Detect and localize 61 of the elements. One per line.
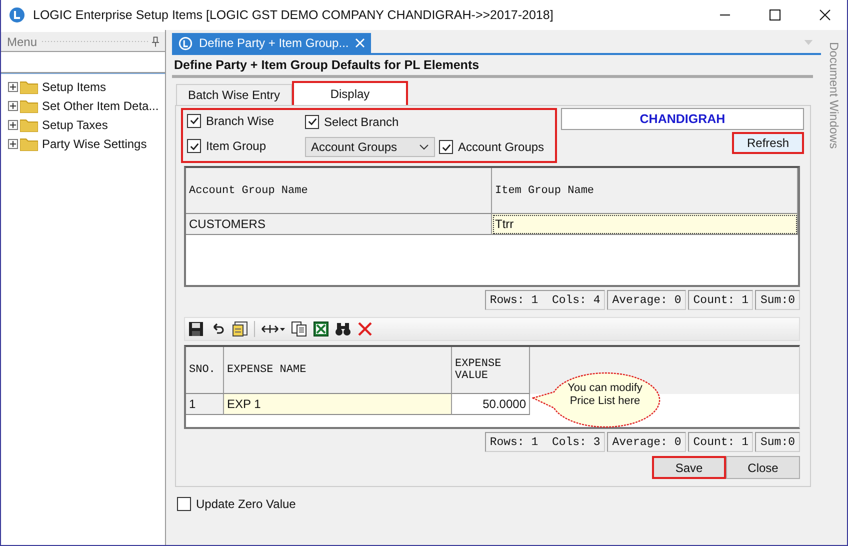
checkbox-label: Update Zero Value [196,497,296,511]
menu-title: Menu [7,34,38,48]
binoculars-icon[interactable] [335,321,351,337]
pin-icon[interactable] [152,36,159,47]
status-cell: Sum:0 [755,432,800,452]
tree-item[interactable]: Setup Items [42,80,106,94]
window-title: LOGIC Enterprise Setup Items [LOGIC GST DEMO COMPANY CHANDIGRAH->>2017-2018] [33,8,554,22]
spreadsheet-icon[interactable] [313,321,329,337]
status-cell: Sum:0 [755,290,800,310]
action-button[interactable]: Close [726,456,800,479]
checkbox[interactable] [187,114,201,128]
document-tab[interactable]: Define Party + Item Group... [172,33,371,53]
callout-text: You can modify Price List here [566,382,644,408]
tab[interactable]: Display [292,81,408,105]
form-icon[interactable] [232,321,248,337]
table-cell: CUSTOMERS [186,214,492,235]
checkbox[interactable] [177,497,191,511]
branch-field[interactable]: CHANDIGRAH [561,108,804,130]
status-cell: Average: 0 [607,290,686,310]
expand-icon[interactable] [8,138,18,148]
status-cell: Average: 0 [607,432,686,452]
tree-item[interactable]: Set Other Item Deta... [42,98,159,112]
app-logo-icon [178,36,193,50]
close-icon[interactable] [819,9,831,21]
checkbox[interactable] [439,140,453,154]
tree-item[interactable]: Party Wise Settings [42,136,147,150]
checkbox-label: Branch Wise [206,114,274,128]
group-type-dropdown[interactable]: Account Groups [305,137,435,158]
tree-item[interactable]: Setup Taxes [42,118,108,132]
folder-icon [20,118,38,132]
checkbox[interactable] [305,114,319,129]
column-width-icon[interactable] [261,324,285,334]
delete-icon[interactable] [357,321,373,337]
status-cell: Rows: 1 Cols: 4 [484,290,606,310]
table-cell: Ttrr [492,214,798,235]
folder-icon [20,80,38,94]
chevron-down-icon[interactable] [419,144,429,150]
checkbox-label: Account Groups [458,140,544,154]
refresh-button[interactable]: Refresh [732,132,804,154]
status-cell: Count: 1 [688,290,754,310]
expand-icon[interactable] [8,120,18,130]
checkbox[interactable] [187,139,201,154]
checkbox-label: Item Group [206,139,266,154]
table-cell: 1 [186,394,224,415]
status-cell: Count: 1 [688,432,754,452]
app-logo-icon [9,7,25,23]
save-icon[interactable] [188,321,204,337]
tab[interactable]: Batch Wise Entry [176,84,292,105]
status-cell: Rows: 1 Cols: 3 [484,432,606,452]
form-heading: Define Party + Item Group Defaults for PL Elements [173,57,480,72]
action-button[interactable]: Save [652,456,726,479]
search-field[interactable] [1,51,165,73]
expand-icon[interactable] [8,100,18,110]
folder-icon [20,136,38,150]
copy-icon[interactable] [291,321,307,337]
table-cell: 50.0000 [452,394,530,415]
table-cell: EXP 1 [224,394,452,415]
folder-icon [20,98,38,112]
maximize-icon[interactable] [769,9,781,21]
expand-icon[interactable] [8,82,18,92]
checkbox-label: Select Branch [324,114,399,129]
